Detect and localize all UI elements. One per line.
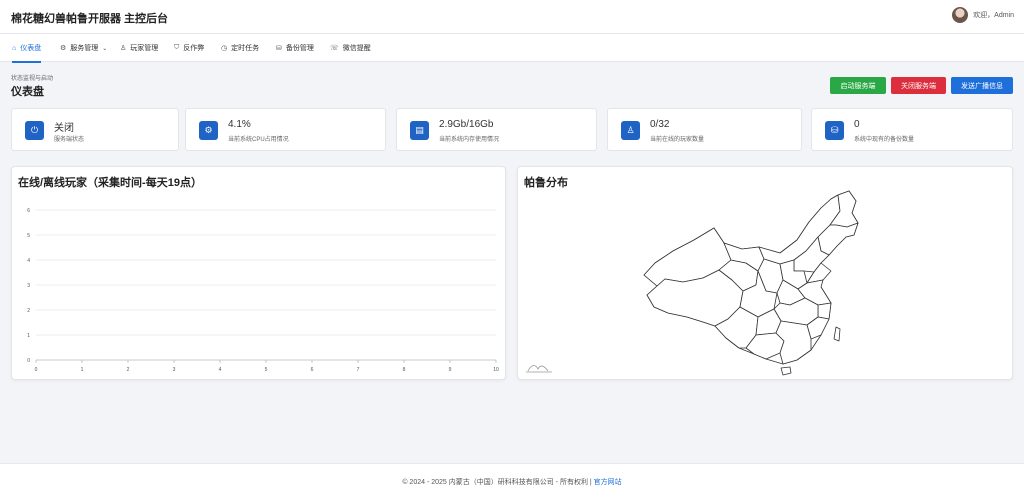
user-menu[interactable]: 欢迎，Admin [952, 7, 1014, 23]
x-tick-label: 4 [219, 367, 222, 373]
map-thumbnail-icon [526, 365, 552, 373]
gear-icon: ⚙ [60, 45, 67, 52]
nav-tasks[interactable]: ◷ 定时任务 [221, 34, 259, 62]
cpu-icon: ⚙ [199, 121, 218, 140]
nav-label: 定时任务 [231, 45, 260, 52]
nav-wechat[interactable]: ☏ 微信提醒 [330, 34, 371, 62]
map-region [780, 366, 792, 376]
welcome-text: 欢迎，Admin [973, 12, 1014, 19]
nav-label: 备份管理 [285, 45, 314, 52]
avatar[interactable] [952, 7, 969, 23]
nav-label: 微信提醒 [342, 45, 371, 52]
y-tick-label: 0 [27, 358, 30, 364]
y-tick-label: 4 [27, 258, 30, 264]
copyright-text: © 2024 - 2025 内蒙古（中国）研科科技有限公司 - 所有权利 | [402, 479, 594, 486]
nav-label: 玩家管理 [130, 45, 159, 52]
stat-card-server-status: ⏻ 关闭 服务端状态 [11, 108, 179, 151]
app-title: 棉花糖幻兽帕鲁开服器 主控后台 [11, 13, 169, 25]
page-title: 仪表盘 [11, 86, 44, 98]
stat-value: 0/32 [650, 119, 670, 130]
stat-label: 当前系统内存使用情况 [439, 137, 500, 143]
start-server-button[interactable]: 启动服务端 [830, 77, 886, 94]
broadcast-button[interactable]: 发送广播信息 [951, 77, 1013, 94]
y-tick-label: 3 [27, 283, 30, 289]
shield-icon: ⛉ [174, 44, 180, 51]
memory-icon: ▤ [410, 121, 429, 140]
map-region [833, 326, 841, 342]
user-icon: ♙ [120, 45, 127, 52]
main-nav: ⌂ 仪表盘 ⚙ 服务管理 ⌄ ♙ 玩家管理 ⛉ 反作弊 ◷ 定时任务 ⛁ 备份管… [0, 34, 1024, 63]
stat-value: 0 [854, 119, 860, 130]
wechat-icon: ☏ [330, 45, 339, 52]
x-tick-label: 1 [81, 367, 84, 373]
power-icon: ⏻ [25, 121, 44, 140]
stat-value: 关闭 [54, 123, 74, 134]
breadcrumb: 状态监视与启动 [11, 76, 54, 82]
nav-anticheat[interactable]: ⛉ 反作弊 [174, 34, 204, 62]
x-tick-label: 5 [265, 367, 268, 373]
map-region [817, 302, 832, 320]
x-tick-label: 10 [493, 367, 499, 373]
stat-value: 4.1% [228, 119, 251, 130]
top-bar: 棉花糖幻兽帕鲁开服器 主控后台 欢迎，Admin [0, 0, 1024, 34]
pal-distribution-panel: 帕鲁分布 [517, 166, 1013, 380]
home-icon: ⌂ [12, 44, 17, 52]
x-tick-label: 6 [311, 367, 314, 373]
x-tick-label: 9 [449, 367, 452, 373]
chevron-down-icon: ⌄ [102, 45, 108, 52]
player-icon: ♙ [621, 121, 640, 140]
stat-card-cpu: ⚙ 4.1% 当前系统CPU占用情况 [185, 108, 386, 151]
nav-label: 仪表盘 [20, 45, 42, 52]
y-tick-label: 6 [27, 208, 30, 214]
database-icon: ⛁ [825, 121, 844, 140]
y-tick-label: 5 [27, 233, 30, 239]
footer: © 2024 - 2025 内蒙古（中国）研科科技有限公司 - 所有权利 | 官… [0, 463, 1024, 498]
clock-icon: ◷ [221, 45, 228, 52]
footer-line: © 2024 - 2025 内蒙古（中国）研科科技有限公司 - 所有权利 | 官… [0, 477, 1024, 487]
stat-card-players: ♙ 0/32 当前在线的玩家数量 [607, 108, 802, 151]
nav-service[interactable]: ⚙ 服务管理 ⌄ [60, 34, 107, 62]
nav-dashboard[interactable]: ⌂ 仪表盘 [12, 34, 42, 63]
x-tick-label: 7 [357, 367, 360, 373]
nav-label: 反作弊 [183, 45, 205, 52]
stat-value: 2.9Gb/16Gb [439, 119, 494, 130]
x-tick-label: 8 [403, 367, 406, 373]
y-tick-label: 1 [27, 333, 30, 339]
x-tick-label: 3 [173, 367, 176, 373]
nav-backup[interactable]: ⛁ 备份管理 [276, 34, 314, 62]
stop-server-button[interactable]: 关闭服务端 [891, 77, 946, 94]
stat-label: 当前系统CPU占用情况 [228, 137, 289, 143]
china-map[interactable] [518, 167, 1014, 381]
database-icon: ⛁ [276, 45, 282, 52]
stat-label: 当前在线的玩家数量 [650, 137, 705, 143]
official-site-link[interactable]: 官方网站 [594, 479, 622, 486]
nav-label: 服务管理 [70, 45, 99, 52]
players-chart-panel: 在线/离线玩家（采集时间-每天19点） 0 1 2 3 4 5 6 0 1 2 3 4 5 6 7 8 9 10 [11, 166, 506, 380]
players-line-chart[interactable]: 0 1 2 3 4 5 6 0 1 2 3 4 5 6 7 8 9 10 [12, 167, 507, 381]
y-tick-label: 2 [27, 308, 30, 314]
stat-label: 服务端状态 [54, 137, 85, 143]
stat-card-backups: ⛁ 0 系统中现有的备份数量 [811, 108, 1013, 151]
stat-card-memory: ▤ 2.9Gb/16Gb 当前系统内存使用情况 [396, 108, 597, 151]
nav-players[interactable]: ♙ 玩家管理 [120, 34, 158, 62]
x-tick-label: 0 [35, 367, 38, 373]
x-tick-label: 2 [127, 367, 130, 373]
stat-label: 系统中现有的备份数量 [854, 137, 915, 143]
